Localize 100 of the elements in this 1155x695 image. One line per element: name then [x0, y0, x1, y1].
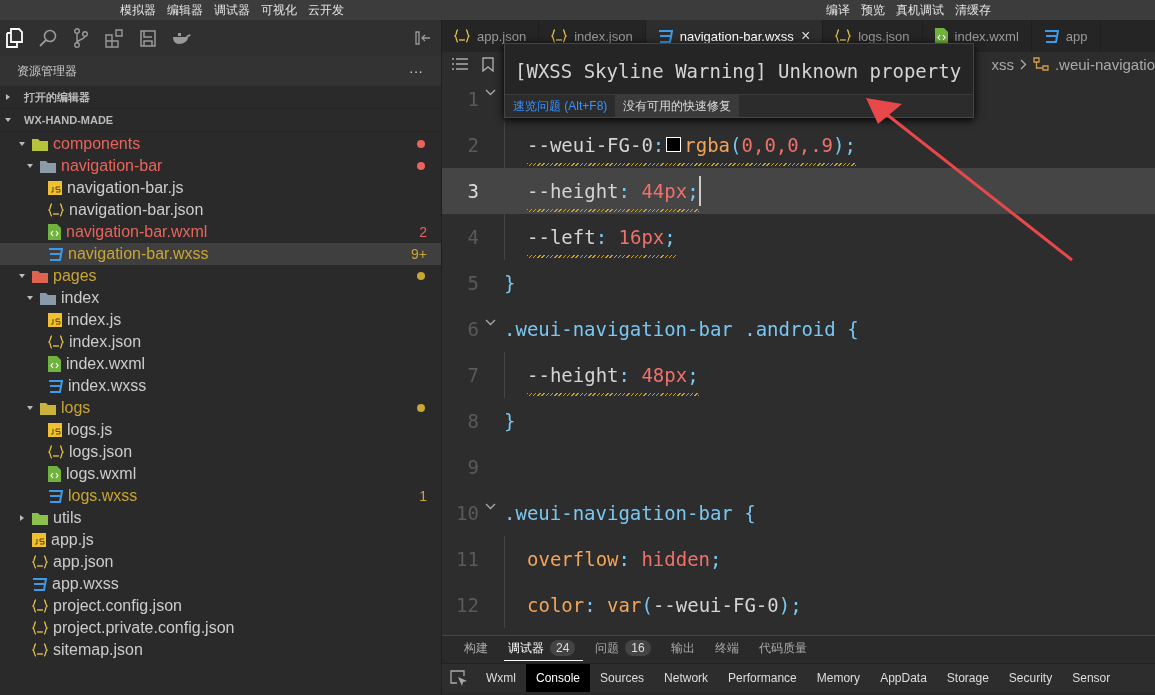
panel-tab[interactable]: 问题 16 [591, 636, 659, 661]
toolbar-button[interactable]: 清缓存 [955, 1, 991, 19]
menu-item[interactable]: 编辑器 [167, 1, 203, 19]
tree-item[interactable]: navigation-bar [0, 155, 441, 177]
devtools-tab[interactable]: Network [654, 664, 719, 692]
menu-item[interactable]: 云开发 [308, 1, 344, 19]
problem-count: 2 [419, 224, 427, 240]
code-line: color: var(--weui-FG-0); [527, 593, 802, 617]
menu-item[interactable]: 调试器 [214, 1, 250, 19]
tree-item[interactable]: project.config.json [0, 595, 441, 617]
file-name: index.wxss [68, 377, 147, 395]
panel-tab[interactable]: 终端 [710, 636, 747, 661]
tree-item[interactable]: project.private.config.json [0, 617, 441, 639]
file-name: navigation-bar.wxml [66, 223, 208, 241]
tree-item[interactable]: index.wxml [0, 353, 441, 375]
line-number: 3 [466, 180, 479, 202]
code-line: --left: 16px; [527, 225, 676, 249]
file-name: app.js [51, 531, 94, 549]
no-quick-fix-text: 没有可用的快速修复 [615, 95, 740, 117]
toolbar-button[interactable]: 编译 [826, 1, 850, 19]
code-line: --height: 48px; [527, 363, 699, 387]
code-line: .weui-navigation-bar { [504, 501, 756, 525]
tree-item[interactable]: components [0, 133, 441, 155]
section-label: 打开的编辑器 [24, 89, 90, 105]
code-line: .weui-navigation-bar .android { [504, 317, 859, 341]
section-header[interactable]: 打开的编辑器 [0, 86, 441, 109]
file-name: navigation-bar.wxss [68, 245, 209, 263]
tree-item[interactable]: navigation-bar.json [0, 199, 441, 221]
tab-label: index.wxml [954, 28, 1019, 44]
devtools-tab[interactable]: Wxml [476, 664, 526, 692]
editor-tab[interactable]: app [1031, 20, 1101, 52]
devtools-tab[interactable]: Console [526, 664, 591, 692]
more-button[interactable]: ··· [409, 63, 423, 79]
devtools-tab[interactable]: Performance [718, 664, 807, 692]
tree-item[interactable]: navigation-bar.js [0, 177, 441, 199]
devtools-tab[interactable]: Storage [936, 664, 999, 692]
breadcrumb-item[interactable]: .weui-navigatio [1054, 55, 1155, 73]
file-name: sitemap.json [53, 641, 143, 659]
devtools-tab[interactable]: AppData [870, 664, 937, 692]
devtools-tab[interactable]: Sources [590, 664, 655, 692]
tab-label: logs.json [858, 28, 910, 44]
toolbar-button[interactable]: 预览 [861, 1, 885, 19]
devtools-tab[interactable]: Security [998, 664, 1063, 692]
file-name: index.wxml [66, 355, 146, 373]
file-name: utils [53, 509, 82, 527]
tree-item[interactable]: index.json [0, 331, 441, 353]
file-name: index [61, 289, 100, 307]
file-name: project.config.json [53, 597, 182, 615]
tab-label: 构建 [464, 639, 488, 657]
tree-item[interactable]: logs [0, 397, 441, 419]
file-name: navigation-bar.json [69, 201, 204, 219]
menu-item[interactable]: 可视化 [261, 1, 297, 19]
tab-label: app [1065, 28, 1088, 44]
tree-item[interactable]: utils [0, 507, 441, 529]
tree-item[interactable]: logs.wxss 1 [0, 485, 441, 507]
code-line: overflow: hidden; [527, 547, 722, 571]
file-name: pages [53, 267, 97, 285]
close-button[interactable]: × [800, 27, 811, 45]
tab-label: app.json [477, 28, 527, 44]
tree-item[interactable]: navigation-bar.wxss 9+ [0, 243, 441, 265]
count-badge: 16 [625, 640, 651, 656]
tab-label: 问题 [595, 639, 620, 657]
tree-item[interactable]: sitemap.json [0, 639, 441, 661]
peek-problem-link[interactable]: 速览问题 (Alt+F8) [505, 97, 616, 115]
panel-tab[interactable]: 构建 [460, 636, 496, 661]
tab-label: index.json [574, 28, 633, 44]
file-name: logs.js [67, 421, 113, 439]
tree-item[interactable]: pages [0, 265, 441, 287]
menu-item[interactable]: 模拟器 [120, 1, 156, 19]
tree-item[interactable]: index.js [0, 309, 441, 331]
breadcrumb-item[interactable]: xss [991, 55, 1014, 73]
problem-count: 1 [419, 488, 427, 504]
tree-item[interactable]: index [0, 287, 441, 309]
warning-message: [WXSS Skyline Warning] Unknown property [514, 59, 963, 84]
tree-item[interactable]: index.wxss [0, 375, 441, 397]
file-name: logs.wxss [68, 487, 138, 505]
problem-count: 9+ [411, 246, 427, 262]
toolbar-button[interactable]: 真机调试 [896, 1, 944, 19]
panel-tab[interactable]: 代码质量 [754, 636, 815, 661]
code-line: --height: 44px; [527, 179, 699, 203]
tree-item[interactable]: app.wxss [0, 573, 441, 595]
tree-item[interactable]: navigation-bar.wxml 2 [0, 221, 441, 243]
file-name: project.private.config.json [53, 619, 235, 637]
code-line: } [504, 271, 516, 295]
tree-item[interactable]: app.js [0, 529, 441, 551]
tree-item[interactable]: logs.js [0, 419, 441, 441]
file-name: navigation-bar [61, 157, 163, 175]
file-name: logs.json [69, 443, 133, 461]
panel-tab[interactable]: 输出 [666, 636, 703, 661]
tab-label: 调试器 [508, 639, 544, 657]
devtools-tab[interactable]: Memory [806, 664, 871, 692]
code-line: --weui-FG-0: rgba(0,0,0,.9); [527, 133, 856, 157]
tree-item[interactable]: app.json [0, 551, 441, 573]
explorer-title: 资源管理器 [17, 62, 77, 80]
section-header[interactable]: WX-HAND-MADE [0, 109, 441, 132]
tree-item[interactable]: logs.wxml [0, 463, 441, 485]
tree-item[interactable]: logs.json [0, 441, 441, 463]
panel-tab[interactable]: 调试器 24 [504, 636, 584, 661]
devtools-tab[interactable]: Sensor [1062, 664, 1121, 692]
file-name: index.js [67, 311, 122, 329]
